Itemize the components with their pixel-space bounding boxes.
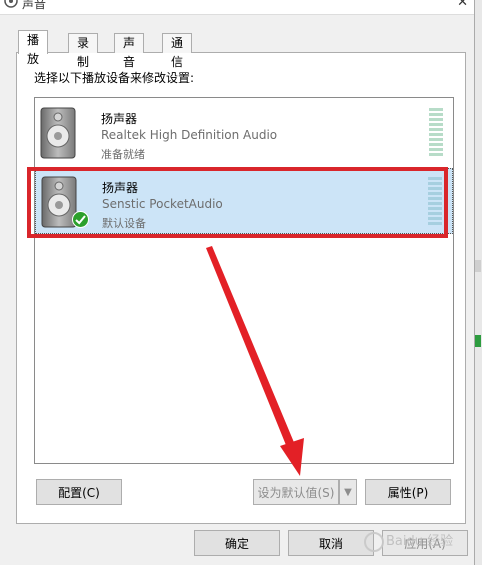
watermark-text: Baidu 经验 — [386, 534, 454, 549]
sound-dialog: 声音 ✕ 播放 录制 声音 通信 选择以下播放设备来修改设置: 扬声器 Real… — [0, 0, 475, 565]
watermark: Baidu 经验 — [364, 528, 468, 556]
device-status: 准备就绪 — [101, 148, 145, 161]
device-driver: Realtek High Definition Audio — [101, 128, 278, 142]
device-item-senstic[interactable]: 扬声器 Senstic PocketAudio 默认设备 — [35, 168, 453, 234]
set-default-button[interactable]: 设为默认值(S) — [253, 479, 339, 505]
paw-icon — [364, 531, 384, 552]
device-item-realtek[interactable]: 扬声器 Realtek High Definition Audio 准备就绪 — [35, 100, 453, 166]
ok-button[interactable]: 确定 — [194, 530, 280, 556]
volume-level-meter — [429, 108, 443, 158]
instruction-label: 选择以下播放设备来修改设置: — [34, 71, 195, 85]
configure-button[interactable]: 配置(C) — [36, 479, 122, 505]
default-check-icon — [72, 211, 89, 228]
window-title: 声音 — [22, 0, 47, 11]
device-name: 扬声器 — [101, 112, 138, 126]
tab-playback[interactable]: 播放 — [18, 30, 49, 66]
set-default-dropdown-arrow[interactable]: ▼ — [339, 479, 357, 505]
background-widget — [475, 335, 481, 347]
speaker-icon — [40, 107, 76, 159]
cancel-button[interactable]: 取消 — [288, 530, 374, 556]
properties-button[interactable]: 属性(P) — [365, 479, 451, 505]
volume-level-meter — [428, 177, 442, 227]
background-widget — [475, 260, 481, 272]
playback-device-list[interactable]: 扬声器 Realtek High Definition Audio 准备就绪 扬… — [34, 97, 454, 464]
close-icon[interactable]: ✕ — [457, 0, 468, 10]
tab-recording[interactable]: 录制 — [68, 33, 99, 69]
device-driver: Senstic PocketAudio — [102, 197, 223, 211]
tab-communications[interactable]: 通信 — [162, 33, 193, 69]
device-name: 扬声器 — [102, 181, 139, 195]
background-window-strip — [474, 0, 482, 565]
title-bar: 声音 ✕ — [0, 0, 474, 15]
device-status: 默认设备 — [102, 217, 146, 230]
tab-sounds[interactable]: 声音 — [114, 33, 145, 69]
speaker-title-icon — [4, 0, 18, 8]
